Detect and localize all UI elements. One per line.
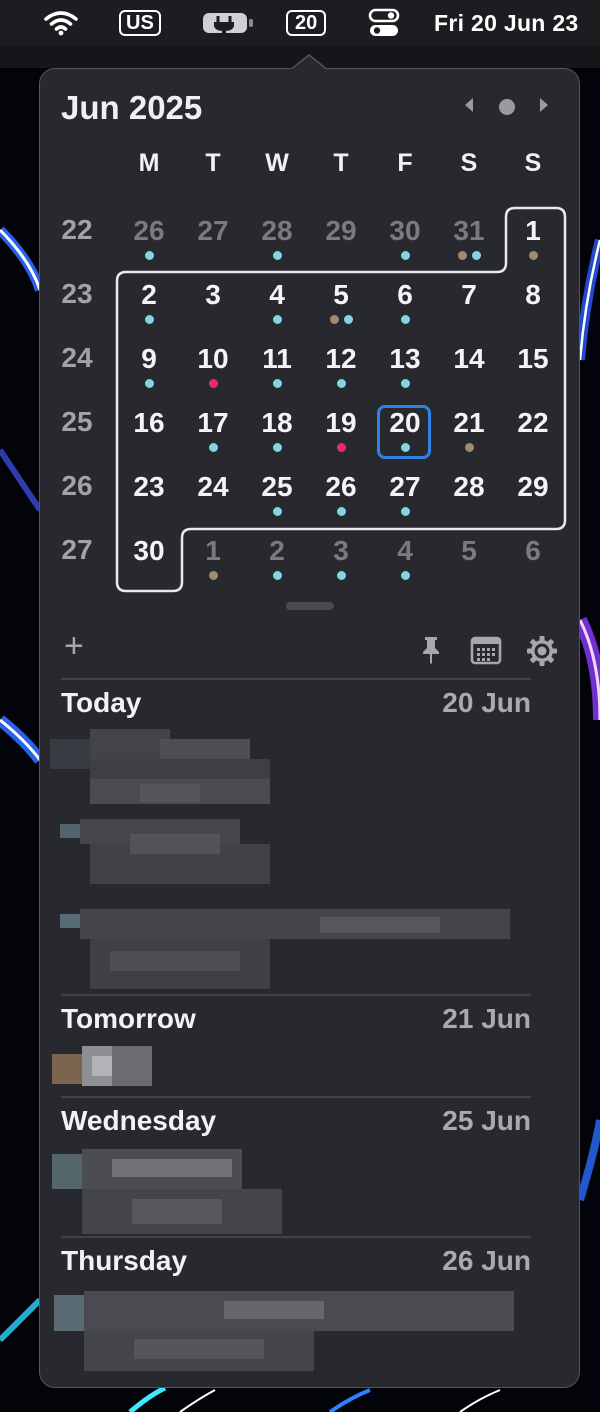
redacted-event-list bbox=[50, 729, 520, 1004]
control-center-icon[interactable] bbox=[367, 0, 401, 46]
agenda-day-title: Today bbox=[61, 687, 142, 718]
current-month-outline bbox=[115, 206, 567, 593]
popover-arrow-fill bbox=[291, 56, 327, 70]
menu-bar-clock[interactable]: Fri 20 Jun 23 bbox=[434, 0, 579, 46]
calendar-menu-item[interactable]: 20 bbox=[286, 0, 327, 46]
agenda-section-thursday: Thursday 26 Jun bbox=[61, 1245, 531, 1277]
agenda-day-date: 26 Jun bbox=[442, 1245, 531, 1276]
agenda-section-today: Today 20 Jun bbox=[61, 687, 531, 719]
agenda-day-date: 21 Jun bbox=[442, 1003, 531, 1034]
agenda-day-date: 20 Jun bbox=[442, 687, 531, 718]
add-event-button[interactable]: + bbox=[64, 629, 84, 663]
agenda-day-date: 25 Jun bbox=[442, 1105, 531, 1136]
calendar-day-label: 20 bbox=[286, 10, 327, 36]
agenda-day-title: Tomorrow bbox=[61, 1003, 196, 1034]
agenda-day-title: Wednesday bbox=[61, 1105, 217, 1136]
gear-icon[interactable] bbox=[526, 635, 558, 672]
resize-handle[interactable] bbox=[286, 602, 334, 610]
today-highlight bbox=[377, 405, 431, 459]
agenda-divider bbox=[61, 1236, 531, 1238]
agenda-day-title: Thursday bbox=[61, 1245, 188, 1276]
keyboard-layout-indicator[interactable]: US bbox=[119, 0, 161, 46]
agenda-section-tomorrow: Tomorrow 21 Jun bbox=[61, 1003, 531, 1035]
wifi-icon[interactable] bbox=[40, 0, 82, 46]
calendar-grid-icon[interactable] bbox=[470, 635, 502, 670]
redacted-event-list bbox=[52, 1046, 162, 1093]
keyboard-layout-label: US bbox=[119, 10, 161, 36]
agenda-divider bbox=[61, 994, 531, 996]
pin-icon[interactable] bbox=[420, 635, 442, 670]
menu-bar: US 20 Fri 20 Jun 23 bbox=[0, 0, 600, 46]
agenda-divider bbox=[61, 1096, 531, 1098]
redacted-event-list bbox=[54, 1291, 524, 1378]
redacted-event-list bbox=[52, 1149, 282, 1240]
agenda-section-wednesday: Wednesday 25 Jun bbox=[61, 1105, 531, 1137]
calendar-popover: Jun 2025 MTWTFSS 22 26 27 28 29 30 31 1 23 2 3 4 5 6 7… bbox=[39, 68, 580, 1388]
battery-charging-icon[interactable] bbox=[200, 0, 256, 46]
agenda-divider bbox=[61, 678, 531, 680]
clock-text: Fri 20 Jun 23 bbox=[434, 9, 579, 36]
